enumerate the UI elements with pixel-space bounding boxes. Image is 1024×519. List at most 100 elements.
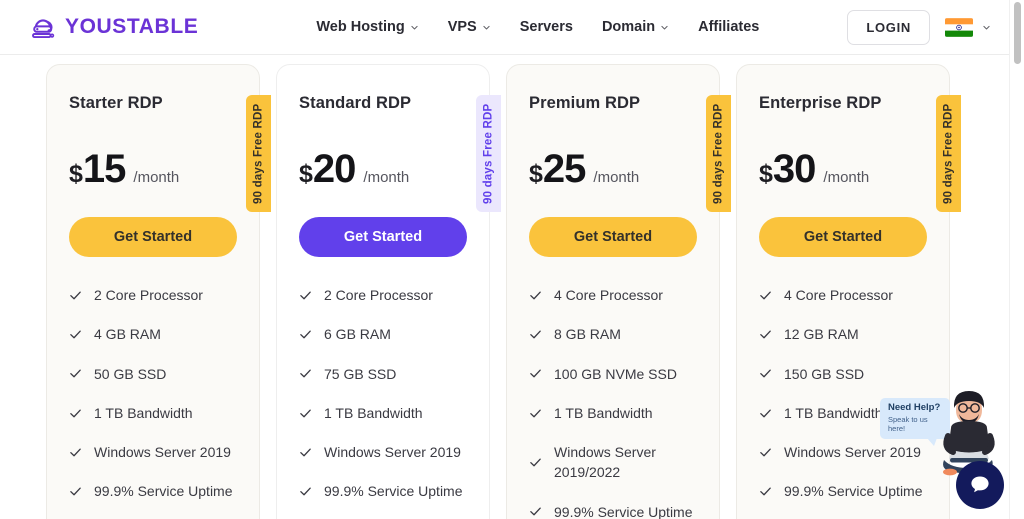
get-started-button[interactable]: Get Started [299,217,467,257]
feature-item: 4 GB RAM [69,324,237,344]
india-flag-icon [945,17,973,37]
check-icon [299,446,312,459]
check-icon [759,367,772,380]
chevron-down-icon [410,23,419,32]
feature-item: 75 GB SSD [299,364,467,384]
server-cloud-icon [28,13,58,41]
check-icon [69,446,82,459]
price-currency: $ [69,160,83,188]
plan-price: $ 20 /month [299,149,467,189]
check-icon [529,328,542,341]
check-icon [529,289,542,302]
feature-label: 6 GB RAM [324,326,391,343]
check-icon [529,367,542,380]
feature-label: 2 Core Processor [94,287,203,303]
check-icon [529,505,542,518]
feature-label: 2 Core Processor [324,287,433,303]
chat-bubble-icon [968,472,992,499]
chat-launcher-button[interactable] [956,461,1004,509]
check-icon [759,485,772,498]
nav-label: VPS [447,19,477,35]
feature-label: 75 GB SSD [324,365,397,382]
feature-item: 1 TB Bandwidth [69,403,237,423]
check-icon [299,289,312,302]
feature-label: Windows Server 2019 [324,444,461,461]
check-icon [69,485,82,498]
nav-label: Servers [519,19,573,35]
feature-item: 150 GB SSD [759,364,927,384]
check-icon [529,407,542,420]
feature-label: 1 TB Bandwidth [324,404,423,421]
price-period: /month [133,169,180,186]
feature-label: 99.9% Service Uptime [554,503,693,519]
nav-item-domain[interactable]: Domain [602,19,669,35]
language-selector[interactable] [945,17,991,37]
feature-item: 4 Core Processor [529,285,697,305]
pricing-card-standard: 90 days Free RDP Standard RDP $ 20 /mont… [276,64,501,519]
check-icon [69,328,82,341]
check-icon [299,485,312,498]
feature-item: 50 GB SSD [69,364,237,384]
feature-label: 99.9% Service Uptime [324,483,463,500]
scrollbar-thumb[interactable] [1014,2,1021,64]
feature-item: Windows Server 2019/2022 [529,442,697,483]
feature-list: 2 Core Processor 4 GB RAM 50 GB SSD 1 TB… [69,285,237,519]
promo-ribbon: 90 days Free RDP [936,95,961,212]
feature-list: 2 Core Processor 6 GB RAM 75 GB SSD 1 TB… [299,285,467,519]
price-period: /month [823,169,870,186]
price-amount: 20 [312,147,356,191]
chevron-down-icon [660,23,669,32]
feature-item: Windows Server 2019 [69,442,237,462]
feature-item: 8 GB RAM [529,324,697,344]
plan-price: $ 15 /month [69,149,237,189]
feature-label: 1 TB Bandwidth [94,404,193,421]
feature-item: 2 Core Processor [69,285,237,305]
nav-label: Domain [601,19,656,35]
feature-label: 99.9% Service Uptime [94,483,233,500]
feature-item: 1 TB Bandwidth [299,403,467,423]
plan-price: $ 30 /month [759,149,927,189]
nav-item-affiliates[interactable]: Affiliates [698,19,759,35]
feature-label: 1 TB Bandwidth [784,404,883,421]
feature-label: 150 GB SSD [784,365,865,382]
nav-label: Affiliates [698,19,760,35]
feature-item: 6 GB RAM [299,324,467,344]
price-amount: 25 [542,147,586,191]
nav-item-servers[interactable]: Servers [520,19,573,35]
check-icon [69,289,82,302]
feature-item: 1 TB Bandwidth [529,403,697,423]
price-period: /month [363,169,410,186]
feature-label: 100 GB NVMe SSD [554,365,677,382]
check-icon [299,367,312,380]
feature-item: Windows Server 2019 [299,442,467,462]
feature-item: 4 Core Processor [759,285,927,305]
main-navigation: Web Hosting VPS Servers Domain Affiliate… [316,19,759,35]
check-icon [299,407,312,420]
feature-item: 100 GB NVMe SSD [529,364,697,384]
feature-label: 4 Core Processor [784,287,893,303]
price-currency: $ [529,160,543,188]
feature-label: 1 TB Bandwidth [554,404,653,421]
logo[interactable]: YOUSTABLE [28,13,198,41]
pricing-card-premium: 90 days Free RDP Premium RDP $ 25 /month… [506,64,731,519]
feature-label: 50 GB SSD [94,365,167,382]
feature-label: 8 GB RAM [554,326,621,343]
promo-ribbon: 90 days Free RDP [246,95,271,212]
get-started-button[interactable]: Get Started [529,217,697,257]
feature-list: 4 Core Processor 8 GB RAM 100 GB NVMe SS… [529,285,697,519]
nav-item-vps[interactable]: VPS [448,19,491,35]
get-started-button[interactable]: Get Started [69,217,237,257]
pricing-cards-container: 90 days Free RDP Starter RDP $ 15 /month… [0,55,1009,519]
login-button[interactable]: LOGIN [847,9,930,45]
feature-label: Windows Server 2019 [94,444,231,461]
chevron-down-icon [482,23,491,32]
get-started-button[interactable]: Get Started [759,217,927,257]
chat-widget: Need Help? Speak to us here! [880,384,1016,519]
feature-item: 99.9% Service Uptime [69,481,237,501]
price-currency: $ [759,160,773,188]
chevron-down-icon [982,23,991,32]
feature-item: 2 Core Processor [299,285,467,305]
feature-label: Windows Server 2019/2022 [554,444,656,481]
nav-item-web-hosting[interactable]: Web Hosting [316,19,418,35]
check-icon [69,367,82,380]
